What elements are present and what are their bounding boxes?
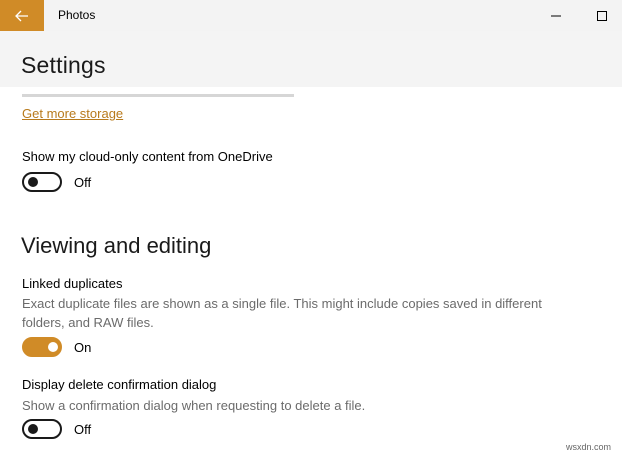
linked-duplicates-description: Exact duplicate files are shown as a sin… [22, 296, 542, 330]
photos-window: Photos Settings Get more storage Show my… [0, 0, 622, 458]
minimize-icon [551, 15, 561, 16]
cloud-content-toggle[interactable] [22, 172, 62, 192]
storage-usage-bar [22, 94, 294, 97]
toggle-knob [28, 424, 38, 434]
delete-confirmation-description: Show a confirmation dialog when requesti… [22, 398, 366, 413]
app-title: Photos [58, 8, 96, 22]
toggle-knob [28, 177, 38, 187]
storage-usage-fill [22, 94, 294, 97]
minimize-button[interactable] [533, 0, 579, 31]
watermark: wsxdn.com [566, 442, 612, 452]
delete-confirmation-state: Off [74, 422, 92, 437]
toggle-knob [48, 342, 58, 352]
arrow-left-icon [15, 10, 28, 21]
maximize-button[interactable] [579, 0, 622, 31]
linked-duplicates-state: On [74, 340, 92, 355]
cloud-content-label: Show my cloud-only content from OneDrive [22, 149, 273, 164]
linked-duplicates-label: Linked duplicates [22, 276, 123, 291]
title-bar: Photos [0, 0, 622, 31]
cloud-content-state: Off [74, 175, 92, 190]
maximize-icon [597, 10, 607, 21]
back-button[interactable] [0, 0, 44, 31]
delete-confirmation-toggle[interactable] [22, 419, 62, 439]
page-title: Settings [21, 52, 106, 78]
section-title-viewing-editing: Viewing and editing [21, 233, 212, 258]
delete-confirmation-label: Display delete confirmation dialog [22, 377, 217, 392]
page-header: Settings [0, 31, 622, 87]
get-more-storage-link[interactable]: Get more storage [22, 106, 123, 121]
linked-duplicates-toggle[interactable] [22, 337, 62, 357]
